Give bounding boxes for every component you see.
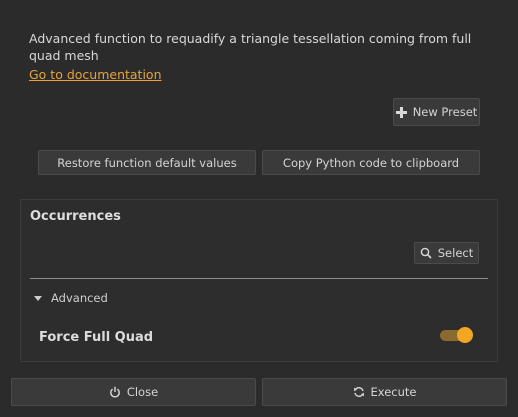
force-full-quad-label: Force Full Quad [39, 330, 154, 345]
new-preset-label: New Preset [412, 105, 478, 119]
force-full-quad-toggle[interactable] [440, 327, 473, 343]
advanced-section-toggle[interactable]: Advanced [34, 291, 108, 305]
restore-defaults-button[interactable]: Restore function default values [38, 150, 256, 175]
close-label: Close [126, 385, 159, 399]
toggle-knob [457, 327, 473, 343]
execute-button[interactable]: Execute [262, 378, 507, 406]
function-description: Advanced function to requadify a triangl… [29, 31, 472, 63]
new-preset-button[interactable]: New Preset [393, 98, 480, 126]
occurrences-title: Occurrences [30, 209, 121, 224]
power-icon [109, 386, 121, 398]
documentation-link[interactable]: Go to documentation [29, 67, 162, 82]
copy-python-label: Copy Python code to clipboard [282, 155, 460, 170]
separator [30, 278, 488, 279]
search-icon [420, 247, 432, 259]
close-button[interactable]: Close [11, 378, 256, 406]
restore-defaults-label: Restore function default values [57, 155, 237, 170]
select-button[interactable]: Select [414, 242, 479, 264]
triangle-down-icon [34, 291, 42, 305]
execute-label: Execute [370, 385, 417, 399]
select-label: Select [437, 246, 474, 260]
advanced-label: Advanced [51, 291, 108, 305]
refresh-icon [353, 386, 365, 398]
plus-icon [395, 106, 407, 118]
copy-python-button[interactable]: Copy Python code to clipboard [262, 150, 480, 175]
